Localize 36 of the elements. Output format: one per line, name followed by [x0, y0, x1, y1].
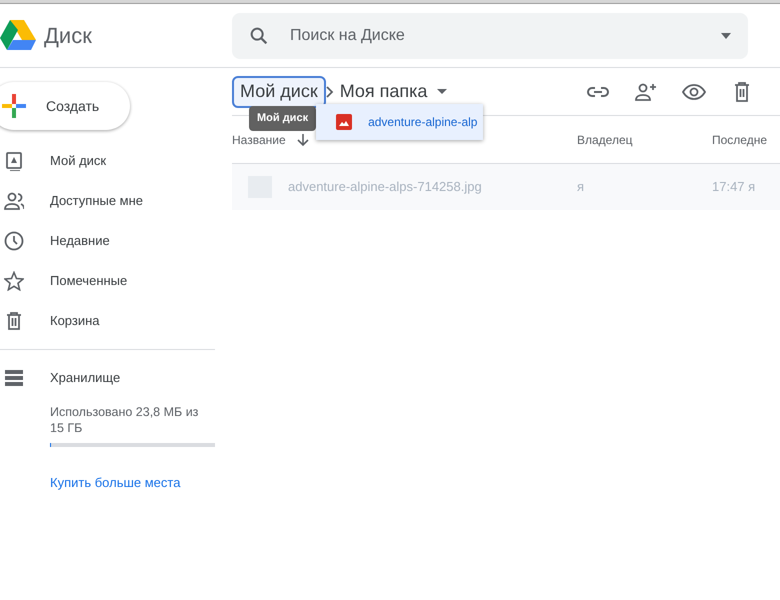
storage-icon: [5, 370, 23, 386]
sidebar-item[interactable]: Недавние: [0, 221, 215, 261]
app-title: Диск: [44, 22, 92, 50]
file-modified: 17:47 я: [712, 179, 756, 194]
sidebar-item[interactable]: Мой диск: [0, 141, 215, 181]
clock-icon: [4, 231, 24, 251]
drop-target-tooltip: Мой диск: [249, 106, 316, 130]
buy-storage-link[interactable]: Купить больше места: [50, 473, 215, 492]
sort-arrow-icon[interactable]: [296, 132, 310, 146]
breadcrumb-item[interactable]: Моя папка: [334, 76, 434, 108]
search-field[interactable]: Поиск на Диске: [232, 12, 748, 58]
drive-logo-icon: [0, 20, 36, 52]
column-header[interactable]: Название: [232, 130, 286, 148]
search-input: Поиск на Диске: [290, 24, 720, 48]
column-header[interactable]: Владелец: [577, 130, 633, 148]
storage-usage-text: Использовано 23,8 МБ из 15 ГБ: [50, 404, 200, 436]
chevron-right-icon: [326, 86, 334, 98]
dropdown-caret-icon[interactable]: [437, 89, 448, 94]
people-icon: [4, 191, 24, 211]
search-icon: [248, 24, 270, 46]
breadcrumb-item[interactable]: Мой диск: [232, 76, 326, 108]
sidebar-item[interactable]: Помеченные: [0, 261, 215, 301]
sidebar-item[interactable]: Корзина: [0, 301, 215, 341]
image-file-icon: [336, 114, 352, 130]
dragged-file-name: adventure-alpine-alp: [368, 114, 478, 131]
dropdown-caret-icon[interactable]: [720, 32, 732, 38]
star-icon: [4, 271, 24, 291]
create-button[interactable]: Создать: [0, 82, 130, 130]
file-name: adventure-alpine-alps-714258.jpg: [288, 178, 482, 196]
storage-label: Хранилище: [50, 369, 120, 388]
drive-icon: [4, 151, 24, 171]
column-header[interactable]: Последне: [712, 130, 768, 148]
file-owner: я: [577, 179, 584, 194]
plus-icon: [2, 94, 26, 118]
sidebar-item[interactable]: Доступные мне: [0, 181, 215, 221]
trash-icon: [4, 311, 24, 331]
